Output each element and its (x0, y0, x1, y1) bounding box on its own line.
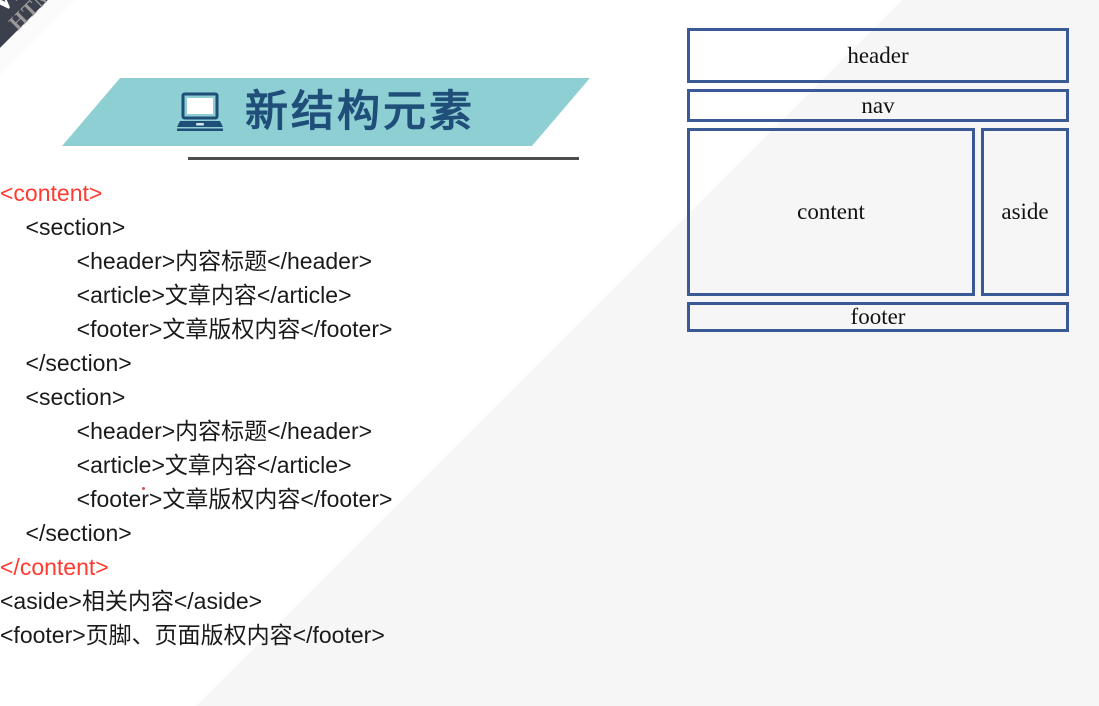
diagram-box-header: header (687, 28, 1069, 83)
code-line: </content> (0, 554, 109, 580)
title-row: 新结构元素 (62, 78, 590, 146)
code-line: <footer>文章版权内容</footer> (0, 316, 393, 342)
diagram-box-aside: aside (981, 128, 1069, 296)
code-snippet-block: <content> <section> <header>内容标题</header… (0, 176, 680, 652)
diagram-box-footer: footer (687, 302, 1069, 332)
code-line: <aside>相关内容</aside> (0, 588, 263, 614)
code-line: <section> (0, 214, 126, 240)
code-line: </section> (0, 520, 132, 546)
code-line: </section> (0, 350, 132, 376)
code-line: <header>内容标题</header> (0, 418, 373, 444)
code-line: <footer>页脚、页面版权内容</footer> (0, 622, 385, 648)
code-line: <section> (0, 384, 126, 410)
page-structure-diagram: header nav content aside footer (687, 28, 1069, 332)
code-line: <header>内容标题</header> (0, 248, 373, 274)
code-line: <article>文章内容</article> (0, 452, 352, 478)
code-line: <content> (0, 180, 103, 206)
title-underline-rule (188, 157, 579, 160)
diagram-middle-row: content aside (687, 128, 1069, 296)
stray-dot-artifact (142, 487, 145, 490)
diagram-box-nav: nav (687, 89, 1069, 122)
laptop-icon (177, 92, 223, 131)
diagram-box-content: content (687, 128, 975, 296)
code-line: <footer>文章版权内容</footer> (0, 486, 393, 512)
code-line: <article>文章内容</article> (0, 282, 352, 308)
page-title: 新结构元素 (245, 88, 475, 136)
